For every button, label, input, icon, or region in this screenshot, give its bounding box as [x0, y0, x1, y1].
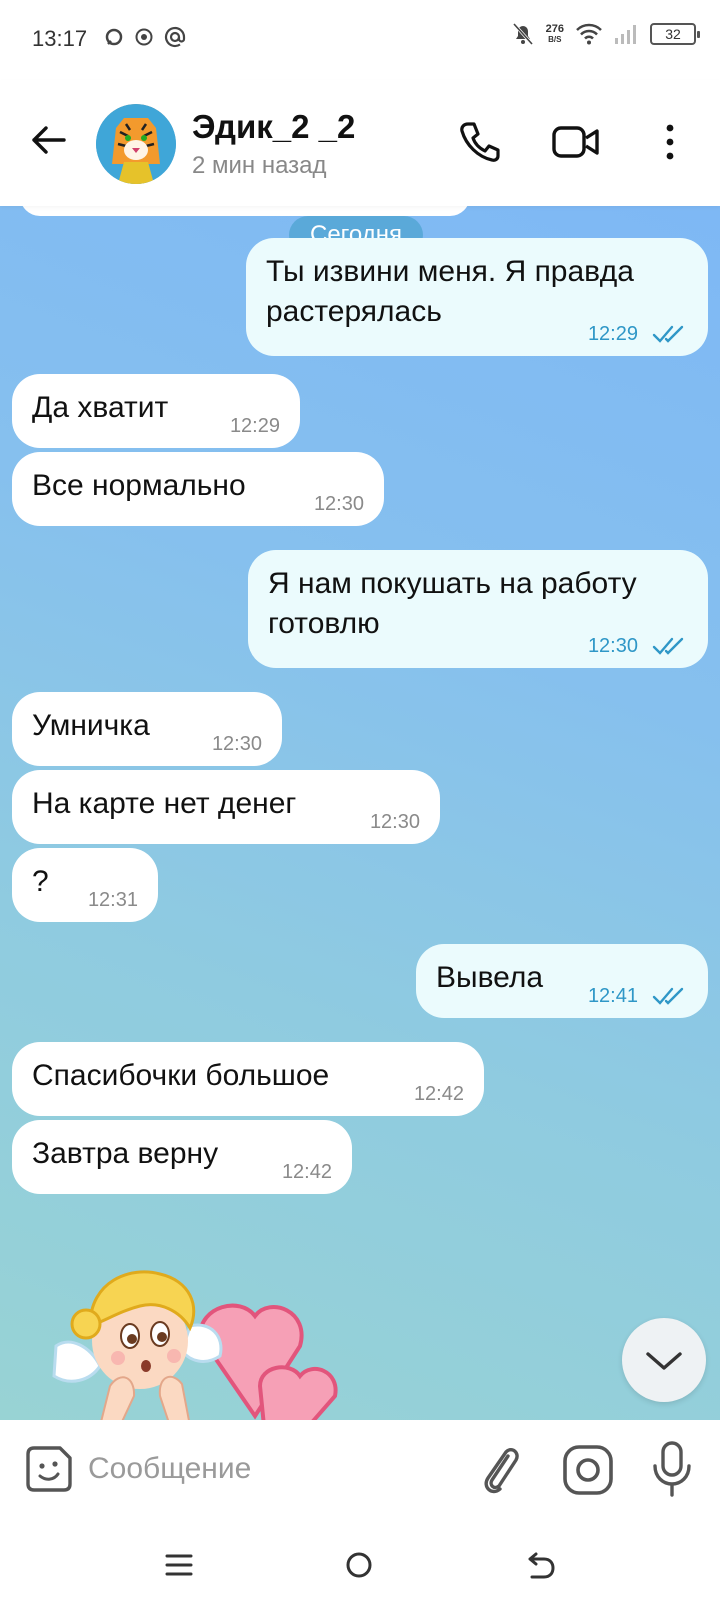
message-text: Ты извини меня. Я правда растерялась [266, 255, 634, 328]
signal-icon [615, 25, 636, 44]
message-text: ? [32, 865, 49, 898]
battery-icon: 32 [650, 23, 700, 45]
avatar[interactable] [96, 104, 176, 184]
recent-apps-icon[interactable] [164, 1550, 194, 1580]
message-text: Завтра верну [32, 1137, 219, 1170]
message-time: 12:31 [87, 889, 138, 911]
message-time: 12:29 [229, 415, 280, 437]
system-icons: 276 B/S 32 [512, 22, 700, 46]
app-notification-icon [135, 28, 153, 46]
message-text: На карте нет денег [32, 787, 297, 820]
message-bubble-incoming[interactable]: Умничка 12:30 [12, 692, 282, 766]
net-speed-unit: B/S [548, 34, 562, 44]
sticker-emoji-icon[interactable] [24, 1444, 74, 1494]
tiger-avatar-icon [96, 104, 176, 184]
net-speed: 276 B/S [545, 22, 564, 45]
message-bubble-incoming[interactable]: На карте нет денег 12:30 [12, 770, 440, 844]
message-bubble-incoming[interactable]: Все нормально 12:30 [12, 452, 384, 526]
home-icon[interactable] [344, 1550, 374, 1580]
phone-icon[interactable] [458, 120, 502, 164]
video-camera-icon[interactable] [552, 122, 600, 162]
message-time: 12:30 [313, 493, 364, 515]
message-input[interactable] [88, 1446, 448, 1492]
message-text: Я нам покушать на работу готовлю [268, 567, 637, 640]
chat-area[interactable]: Сегодня Ты извини меня. Я правда растеря… [0, 206, 720, 1420]
message-bubble-outgoing[interactable]: Вывела 12:41 [416, 944, 708, 1018]
notification-icons [104, 26, 186, 48]
status-time: 13:17 [32, 26, 88, 51]
message-time: 12:30 [369, 811, 420, 833]
chevron-down-icon [646, 1352, 682, 1370]
status-bar: 13:17 276 B/S 32 [0, 0, 720, 80]
message-bubble-incoming[interactable]: Спасибочки большое 12:42 [12, 1042, 484, 1116]
wifi-icon [576, 23, 602, 45]
back-nav-icon[interactable] [526, 1550, 556, 1580]
system-nav-bar [0, 1516, 720, 1612]
contact-name[interactable]: Эдик_2 _2 [192, 108, 355, 146]
back-arrow-icon[interactable] [28, 120, 68, 160]
message-input-bar [0, 1420, 720, 1516]
more-vertical-icon[interactable] [660, 120, 680, 164]
message-bubble-incoming[interactable]: Да хватит 12:29 [12, 374, 300, 448]
cupid-sticker[interactable] [50, 1266, 360, 1420]
paperclip-icon[interactable] [478, 1442, 522, 1496]
message-bubble-outgoing[interactable]: Ты извини меня. Я правда растерялась 12:… [246, 238, 708, 356]
chat-notification-icon [105, 28, 123, 46]
scroll-down-button[interactable] [622, 1318, 706, 1402]
net-speed-value: 276 [545, 22, 564, 35]
message-bubble-outgoing[interactable]: Я нам покушать на работу готовлю 12:30 [248, 550, 708, 668]
message-time: 12:30 [587, 635, 638, 657]
chat-header: Эдик_2 _2 2 мин назад [0, 80, 720, 206]
previous-message-bubble[interactable] [20, 206, 470, 216]
message-time: 12:30 [211, 733, 262, 755]
message-time: 12:29 [587, 323, 638, 345]
read-checkmarks-icon [652, 987, 684, 1005]
mute-bell-icon [512, 22, 533, 46]
message-time: 12:42 [281, 1161, 332, 1183]
message-text: Умничка [32, 709, 150, 742]
camera-icon[interactable] [562, 1444, 614, 1496]
read-checkmarks-icon [652, 325, 684, 343]
read-checkmarks-icon [652, 637, 684, 655]
contact-last-seen: 2 мин назад [192, 152, 327, 179]
message-text: Вывела [436, 961, 544, 994]
message-text: Да хватит [32, 391, 169, 424]
at-notification-icon [164, 26, 186, 48]
microphone-icon[interactable] [650, 1440, 694, 1498]
message-text: Спасибочки большое [32, 1059, 330, 1092]
message-text: Все нормально [32, 469, 246, 502]
message-time: 12:41 [587, 985, 638, 1007]
message-bubble-incoming[interactable]: Завтра верну 12:42 [12, 1120, 352, 1194]
message-time: 12:42 [413, 1083, 464, 1105]
message-bubble-incoming[interactable]: ? 12:31 [12, 848, 158, 922]
